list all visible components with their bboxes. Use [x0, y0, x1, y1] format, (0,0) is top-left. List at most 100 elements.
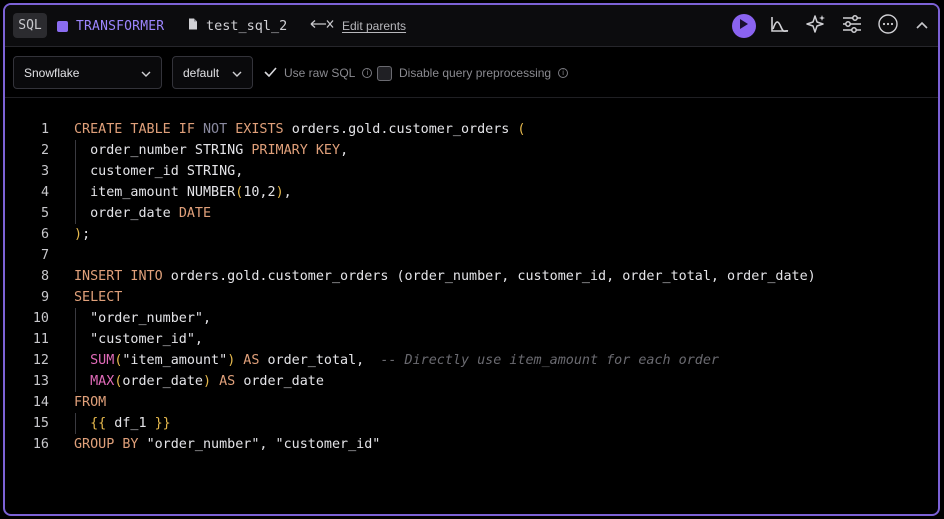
line-number: 15 [32, 416, 49, 431]
code-token: EXISTS [227, 122, 292, 137]
chart-icon [770, 15, 790, 38]
code-token: PRIMARY KEY [251, 143, 341, 158]
warehouse-select[interactable]: Snowflake [13, 56, 162, 89]
chevron-up-icon [915, 17, 929, 35]
code-token: "item_amount" [122, 353, 228, 368]
code-line[interactable]: 5 order_date DATE [5, 203, 938, 224]
code-line[interactable]: 15 {{ df_1 }} [5, 413, 938, 434]
query-toolbar: Snowflake default Use raw SQL i Disable … [5, 47, 938, 98]
code-token: "order_number", [74, 311, 212, 326]
disable-preprocessing-option[interactable]: Disable query preprocessing i [377, 65, 569, 81]
code-token: SUM [90, 353, 115, 368]
code-token: -- Directly use item_amount for each ord… [380, 353, 719, 368]
line-number: 6 [40, 227, 49, 242]
code-token: SELECT [74, 290, 123, 305]
edit-parents-link[interactable]: Edit parents [310, 15, 406, 37]
more-button[interactable] [876, 13, 900, 38]
code-token: FROM [74, 395, 107, 410]
transformer-icon [57, 20, 68, 32]
code-token: ) [74, 227, 83, 242]
disable-preprocessing-label: Disable query preprocessing [399, 66, 552, 80]
line-number: 10 [32, 311, 49, 326]
code-token: ) [203, 374, 212, 389]
warehouse-value: Snowflake [24, 65, 80, 80]
cell-type-label[interactable]: TRANSFORMER [57, 15, 164, 37]
code-text: CREATE TABLE IF NOT EXISTS orders.gold.c… [74, 119, 525, 140]
code-token: ( [517, 122, 526, 137]
cell-type-text: TRANSFORMER [76, 18, 165, 34]
info-icon[interactable]: i [558, 68, 569, 78]
cell-header: SQL TRANSFORMER test_sql_2 Edit parents [5, 5, 938, 47]
chart-button[interactable] [768, 14, 792, 38]
code-line[interactable]: 13 MAX(order_date) AS order_date [5, 371, 938, 392]
code-token: DATE [178, 206, 212, 221]
code-token: MAX [90, 374, 115, 389]
checkmark-icon[interactable] [264, 66, 277, 80]
code-token: order_total, [267, 353, 381, 368]
sparkle-icon [806, 14, 826, 39]
code-token: AS [211, 374, 244, 389]
cell-name[interactable]: test_sql_2 [188, 15, 287, 37]
code-token: , [340, 143, 349, 158]
code-line[interactable]: 10 "order_number", [5, 308, 938, 329]
code-token: NOT [203, 122, 228, 137]
code-line[interactable]: 7 [5, 245, 938, 266]
line-number: 16 [32, 437, 49, 452]
run-button[interactable] [732, 14, 756, 38]
sliders-icon [842, 14, 862, 38]
use-raw-sql-option[interactable]: Use raw SQL i [264, 65, 373, 81]
schema-value: default [183, 65, 220, 80]
code-text: item_amount NUMBER(10,2), [74, 182, 292, 203]
code-token: "customer_id", [74, 332, 203, 347]
disable-preprocessing-checkbox[interactable] [377, 65, 392, 81]
code-token: "order_number", "customer_id" [146, 437, 381, 452]
code-token: order_number STRING [74, 143, 252, 158]
cell-name-text: test_sql_2 [206, 18, 288, 34]
settings-button[interactable] [840, 14, 864, 38]
code-text: INSERT INTO orders.gold.customer_orders … [74, 266, 816, 287]
line-number: 14 [32, 395, 49, 410]
code-line[interactable]: 1 CREATE TABLE IF NOT EXISTS orders.gold.… [5, 119, 938, 140]
code-text: {{ df_1 }} [74, 413, 171, 434]
code-text: "order_number", [74, 308, 211, 329]
line-number: 11 [32, 332, 49, 347]
code-line[interactable]: 12 SUM("item_amount") AS order_total, --… [5, 350, 938, 371]
code-token: , [283, 185, 292, 200]
code-line[interactable]: 3 customer_id STRING, [5, 161, 938, 182]
code-token: ) [275, 185, 284, 200]
collapse-button[interactable] [910, 14, 934, 38]
line-number: 13 [32, 374, 49, 389]
code-token: AS [235, 353, 268, 368]
code-text: FROM [74, 392, 106, 413]
code-text: customer_id STRING, [74, 161, 243, 182]
code-text: MAX(order_date) AS order_date [74, 371, 324, 392]
line-number: 3 [40, 164, 49, 179]
code-line[interactable]: 6); [5, 224, 938, 245]
line-number: 1 [40, 122, 49, 137]
code-text: "customer_id", [74, 329, 203, 350]
code-line[interactable]: 11 "customer_id", [5, 329, 938, 350]
code-token: item_amount NUMBER [74, 185, 236, 200]
code-token: }} [154, 416, 171, 431]
code-text: ); [74, 224, 90, 245]
code-line[interactable]: 9 SELECT [5, 287, 938, 308]
code-line[interactable]: 4 item_amount NUMBER(10,2), [5, 182, 938, 203]
sql-cell: SQL TRANSFORMER test_sql_2 Edit parents [3, 3, 940, 516]
code-line[interactable]: 14 FROM [5, 392, 938, 413]
run-icon [739, 17, 749, 35]
line-number: 2 [40, 143, 49, 158]
code-editor[interactable]: 1 CREATE TABLE IF NOT EXISTS orders.gold.… [5, 119, 938, 455]
schema-select[interactable]: default [172, 56, 253, 89]
code-text: SUM("item_amount") AS order_total, -- Di… [74, 350, 719, 371]
code-line[interactable]: 2 order_number STRING PRIMARY KEY, [5, 140, 938, 161]
language-badge[interactable]: SQL [13, 13, 47, 38]
code-token: order_date [74, 206, 179, 221]
line-number: 4 [40, 185, 49, 200]
ai-assist-button[interactable] [804, 14, 828, 38]
info-icon[interactable]: i [362, 68, 373, 78]
code-line[interactable]: 16 GROUP BY "order_number", "customer_id" [5, 434, 938, 455]
file-icon [188, 17, 198, 35]
code-line[interactable]: 8 INSERT INTO orders.gold.customer_orders… [5, 266, 938, 287]
